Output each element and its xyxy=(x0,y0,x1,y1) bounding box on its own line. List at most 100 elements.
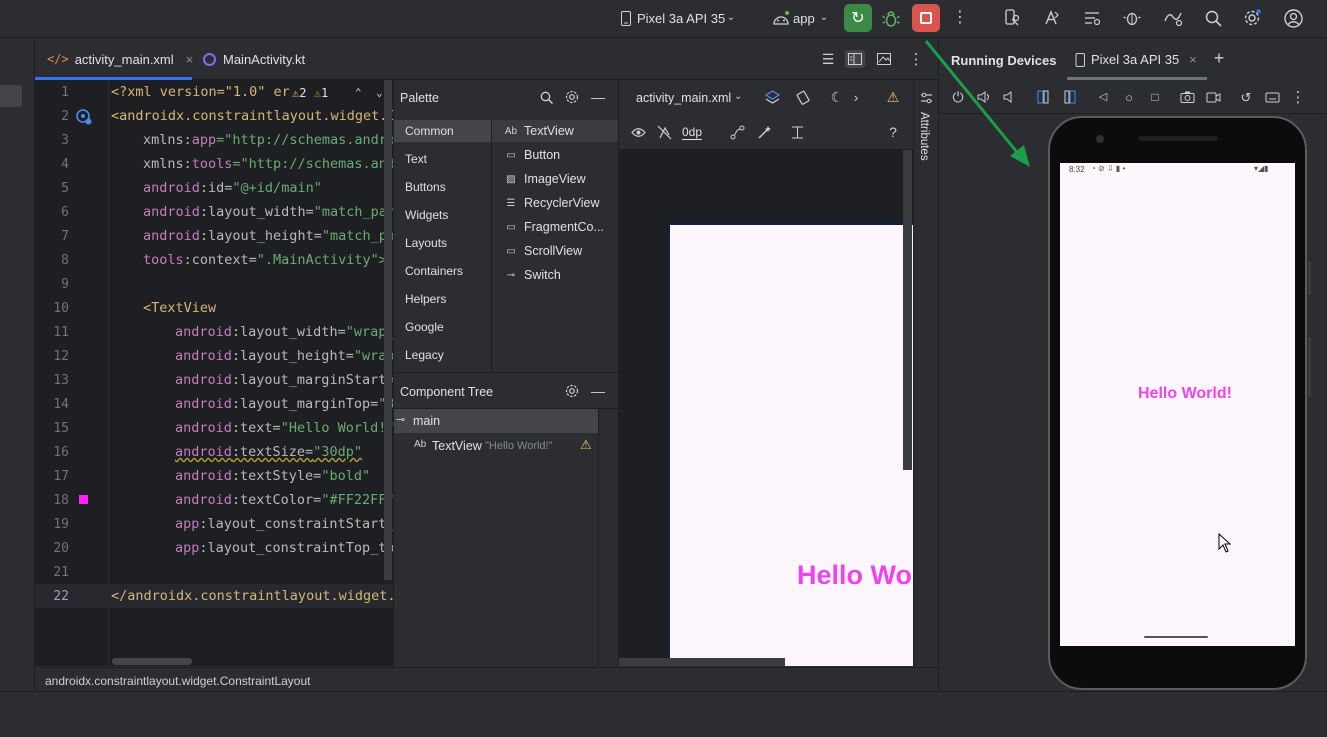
app-quality-icon[interactable] xyxy=(1162,8,1184,28)
vertical-scrollbar[interactable] xyxy=(384,80,392,580)
rotate-right-icon[interactable] xyxy=(1062,89,1078,105)
kotlin-file-icon xyxy=(203,52,216,66)
tab-activity-main[interactable]: </> activity_main.xml × xyxy=(35,39,194,80)
bug-report-icon[interactable] xyxy=(1122,8,1142,28)
palette-item[interactable]: ▭ Button xyxy=(504,148,560,162)
chevron-down-icon[interactable]: ⌄ xyxy=(734,91,742,102)
chevron-right-icon[interactable]: › xyxy=(850,89,862,105)
palette-category[interactable]: Text xyxy=(405,152,427,166)
more-actions-icon[interactable]: ⋮ xyxy=(952,9,968,27)
translations-icon[interactable] xyxy=(1042,8,1062,28)
device-tab[interactable]: Pixel 3a API 35 × xyxy=(1067,39,1207,80)
gear-icon[interactable] xyxy=(564,89,580,105)
line-number: 20 xyxy=(53,541,69,556)
layers-icon[interactable] xyxy=(764,89,780,105)
tree-row-textview[interactable]: Ab TextView "Hello World!" ⚠ xyxy=(394,434,598,458)
search-icon[interactable] xyxy=(1203,8,1223,28)
palette-category[interactable]: Layouts xyxy=(405,236,447,250)
account-icon[interactable] xyxy=(1283,8,1303,28)
help-icon[interactable]: ? xyxy=(885,124,901,140)
minimize-icon[interactable]: — xyxy=(591,89,605,105)
palette-category[interactable]: Common xyxy=(405,124,454,138)
add-device-icon[interactable]: + xyxy=(1211,49,1227,67)
camera-icon[interactable] xyxy=(1179,89,1195,105)
stop-button[interactable] xyxy=(912,4,940,32)
preview-hello-text[interactable]: Hello Wo xyxy=(797,560,912,591)
close-icon[interactable]: × xyxy=(1189,52,1197,67)
split-view-icon[interactable] xyxy=(845,50,865,68)
default-margin-selector[interactable]: 0dp xyxy=(682,125,703,140)
design-view-icon[interactable] xyxy=(875,50,893,68)
rotate-left-icon[interactable] xyxy=(1035,89,1051,105)
clear-constraints-icon[interactable] xyxy=(729,124,745,140)
overview-icon[interactable]: □ xyxy=(1147,89,1163,105)
guidelines-icon[interactable] xyxy=(789,124,805,140)
breadcrumb[interactable]: androidx.constraintlayout.widget.Constra… xyxy=(45,674,311,688)
code-view-icon[interactable]: ☰ xyxy=(820,51,836,67)
code-token: "#FF22FF" xyxy=(321,492,393,508)
reset-icon[interactable]: ↺ xyxy=(1238,89,1254,105)
code-token: <?xml version="1.0" er xyxy=(111,84,290,100)
keyboard-icon[interactable] xyxy=(1264,89,1280,105)
project-tool-button[interactable] xyxy=(0,85,22,107)
more-options-icon[interactable]: ⋮ xyxy=(1291,89,1306,105)
device-hello-text[interactable]: Hello World! xyxy=(1138,385,1232,403)
home-icon[interactable]: ○ xyxy=(1121,89,1137,105)
design-horizontal-scrollbar[interactable] xyxy=(619,658,785,666)
gear-icon[interactable] xyxy=(564,383,580,399)
palette-item[interactable]: ⊸ Switch xyxy=(504,268,561,282)
code-token: :textSize= xyxy=(231,444,314,460)
debug-icon[interactable] xyxy=(881,9,901,29)
back-icon[interactable]: ◁ xyxy=(1095,89,1111,105)
gesture-nav-bar[interactable] xyxy=(1144,636,1208,638)
design-vertical-scrollbar[interactable] xyxy=(903,150,912,470)
palette-category[interactable]: Helpers xyxy=(405,292,446,306)
warning-icon[interactable]: ⚠ xyxy=(885,89,901,105)
search-icon[interactable] xyxy=(538,89,554,105)
rerun-button[interactable]: ↻ xyxy=(844,4,872,32)
layout-preview[interactable]: Hello Wo xyxy=(668,223,913,666)
layout-file-selector[interactable]: activity_main.xml xyxy=(636,91,731,105)
tab-main-activity[interactable]: MainActivity.kt xyxy=(203,39,333,79)
code-editor[interactable]: 1 2 3 4 5 6 7 8 9 10 11 12 13 14 15 16 1… xyxy=(35,80,393,666)
color-swatch-icon[interactable] xyxy=(79,495,88,504)
palette-category[interactable]: Google xyxy=(405,320,444,334)
code-token: "@+id/main" xyxy=(232,180,322,196)
chevron-down-icon[interactable]: ⌄ xyxy=(725,12,737,24)
run-config-selector[interactable]: app xyxy=(793,11,815,26)
prev-highlight-icon[interactable]: ⌃ xyxy=(355,86,362,99)
night-mode-icon[interactable]: ☾ xyxy=(829,89,845,105)
warning-icon[interactable]: ⚠ xyxy=(580,437,592,453)
settings-icon[interactable] xyxy=(1242,8,1262,28)
device-screen[interactable]: 8:32 ◔ ⊘ ⇩ ▮ • ▾◢▮ Hello World! xyxy=(1060,163,1295,646)
close-icon[interactable]: × xyxy=(186,52,194,67)
orientation-icon[interactable] xyxy=(795,89,811,105)
tree-row-main[interactable]: ⊸ main xyxy=(394,409,598,433)
palette-category[interactable]: Legacy xyxy=(405,348,444,362)
autoconnect-icon[interactable] xyxy=(656,124,672,140)
palette-item[interactable]: Ab TextView xyxy=(504,124,574,138)
weak-warning-icon: ⚠ xyxy=(313,86,321,100)
palette-category[interactable]: Containers xyxy=(405,264,463,278)
palette-item[interactable]: ▭ ScrollView xyxy=(504,244,582,258)
android-icon xyxy=(772,9,790,27)
palette-item[interactable]: ☰ RecyclerView xyxy=(504,196,600,210)
device-selector[interactable]: Pixel 3a API 35 xyxy=(637,11,725,26)
warnings-indicator[interactable]: ⚠2 ⚠1 xyxy=(292,86,328,100)
next-highlight-icon[interactable]: ⌄ xyxy=(376,86,383,99)
list-icon: ☰ xyxy=(506,197,516,209)
layout-inspector-icon[interactable] xyxy=(1082,8,1102,28)
palette-item[interactable]: ▨ ImageView xyxy=(504,172,585,186)
palette-category[interactable]: Widgets xyxy=(405,208,448,222)
palette-category[interactable]: Buttons xyxy=(405,180,446,194)
code-line: android:layout_marginStart= xyxy=(175,372,393,388)
screen-record-icon[interactable] xyxy=(1205,89,1221,105)
activity-gutter-icon[interactable] xyxy=(75,108,93,126)
chevron-down-icon[interactable]: ⌄ xyxy=(818,12,830,24)
minimize-icon[interactable]: — xyxy=(591,383,605,399)
device-manager-icon[interactable] xyxy=(1002,8,1022,28)
infer-constraints-icon[interactable] xyxy=(756,124,772,140)
horizontal-scrollbar[interactable] xyxy=(112,658,192,665)
eye-icon[interactable] xyxy=(630,124,646,140)
palette-item[interactable]: ▭ FragmentCo... xyxy=(504,220,604,234)
